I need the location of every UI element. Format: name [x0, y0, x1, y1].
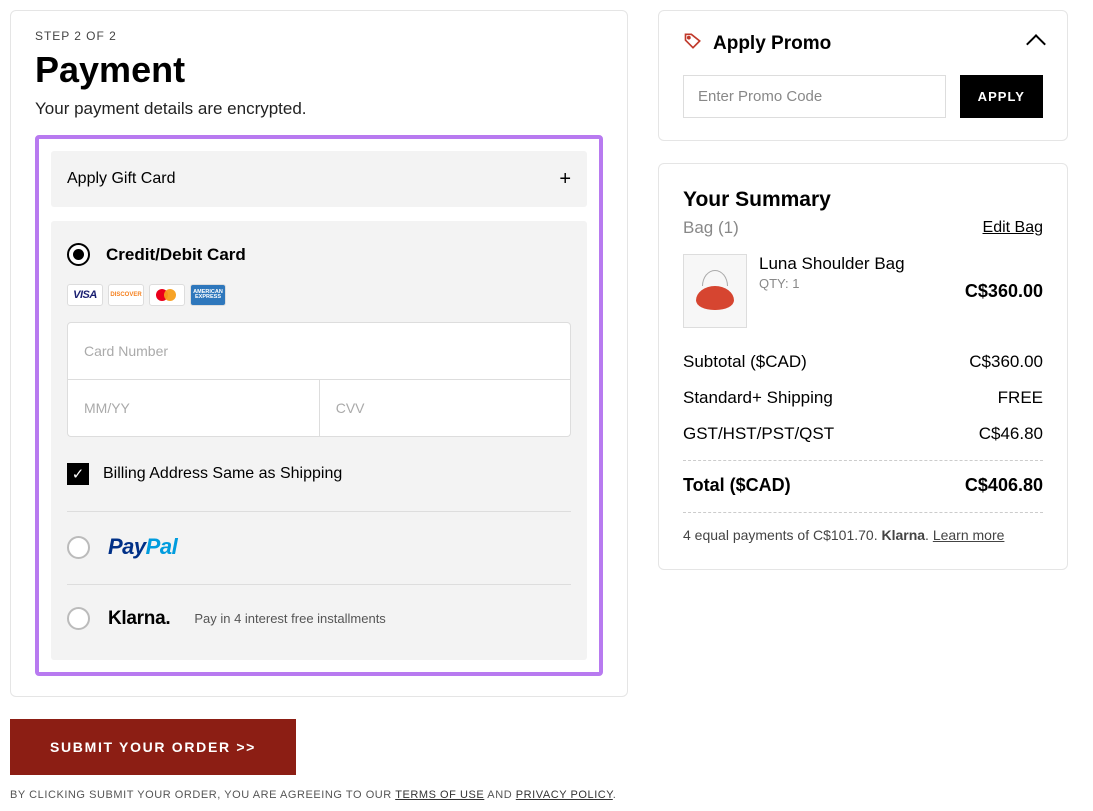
credit-card-label: Credit/Debit Card: [106, 245, 246, 265]
cart-item: Luna Shoulder Bag QTY: 1 C$360.00: [683, 254, 1043, 328]
paypal-icon: PayPal: [108, 534, 177, 560]
promo-tag-icon: [683, 31, 703, 57]
dashed-divider: [683, 460, 1043, 461]
payment-subtitle: Your payment details are encrypted.: [35, 99, 603, 119]
checkbox-checked-icon[interactable]: ✓: [67, 463, 89, 485]
subtotal-label: Subtotal ($CAD): [683, 352, 807, 372]
discover-icon: DISCOVER: [108, 284, 144, 306]
terms-of-use-link[interactable]: TERMS OF USE: [395, 789, 484, 801]
promo-title: Apply Promo: [713, 33, 831, 55]
plus-icon: +: [559, 169, 571, 189]
summary-card: Your Summary Bag (1) Edit Bag Luna Shoul…: [658, 163, 1068, 570]
payment-methods-highlight: Apply Gift Card + Credit/Debit Card VISA…: [35, 135, 603, 676]
product-qty: QTY: 1: [759, 276, 953, 291]
card-expiry-input[interactable]: [67, 380, 319, 437]
klarna-description: Pay in 4 interest free installments: [194, 611, 385, 626]
product-thumbnail: [683, 254, 747, 328]
radio-unselected-icon[interactable]: [67, 536, 90, 559]
product-name: Luna Shoulder Bag: [759, 254, 953, 274]
credit-card-radio-row[interactable]: Credit/Debit Card: [67, 243, 571, 266]
klarna-icon: Klarna: [881, 527, 925, 543]
promo-card: Apply Promo APPLY: [658, 10, 1068, 141]
payment-method-credit-card: Credit/Debit Card VISA DISCOVER AMERICAN…: [51, 221, 587, 660]
chevron-up-icon[interactable]: [1026, 34, 1046, 54]
tax-value: C$46.80: [979, 424, 1043, 444]
mastercard-icon: [149, 284, 185, 306]
radio-selected-icon[interactable]: [67, 243, 90, 266]
payment-method-paypal[interactable]: PayPal: [67, 512, 571, 584]
shipping-value: FREE: [998, 388, 1043, 408]
step-label: STEP 2 OF 2: [35, 29, 603, 43]
subtotal-value: C$360.00: [969, 352, 1043, 372]
privacy-policy-link[interactable]: PRIVACY POLICY: [516, 789, 613, 801]
payment-card: STEP 2 OF 2 Payment Your payment details…: [10, 10, 628, 697]
total-value: C$406.80: [965, 475, 1043, 496]
total-label: Total ($CAD): [683, 475, 791, 496]
amex-icon: AMERICANEXPRESS: [190, 284, 226, 306]
promo-code-input[interactable]: [683, 75, 946, 118]
card-number-input[interactable]: [67, 322, 571, 380]
card-cvv-input[interactable]: [319, 380, 571, 437]
gift-card-label: Apply Gift Card: [67, 170, 175, 188]
payment-method-klarna[interactable]: Klarna. Pay in 4 interest free installme…: [67, 585, 571, 636]
tax-label: GST/HST/PST/QST: [683, 424, 834, 444]
apply-gift-card-toggle[interactable]: Apply Gift Card +: [51, 151, 587, 207]
shipping-label: Standard+ Shipping: [683, 388, 833, 408]
edit-bag-link[interactable]: Edit Bag: [983, 219, 1043, 237]
billing-same-row[interactable]: ✓ Billing Address Same as Shipping: [67, 463, 571, 485]
visa-icon: VISA: [67, 284, 103, 306]
legal-text: BY CLICKING SUBMIT YOUR ORDER, YOU ARE A…: [10, 789, 628, 801]
product-price: C$360.00: [965, 281, 1043, 302]
klarna-learn-more-link[interactable]: Learn more: [933, 527, 1005, 543]
bag-count: Bag (1): [683, 218, 739, 238]
page-title: Payment: [35, 49, 603, 91]
promo-apply-button[interactable]: APPLY: [960, 75, 1043, 118]
klarna-icon: Klarna.: [108, 608, 170, 630]
radio-unselected-icon[interactable]: [67, 607, 90, 630]
klarna-note: 4 equal payments of C$101.70. Klarna. Le…: [683, 527, 1043, 543]
submit-order-button[interactable]: SUBMIT YOUR ORDER >>: [10, 719, 296, 775]
card-brand-logos: VISA DISCOVER AMERICANEXPRESS: [67, 284, 571, 306]
dashed-divider: [683, 512, 1043, 513]
billing-same-label: Billing Address Same as Shipping: [103, 465, 342, 483]
summary-title: Your Summary: [683, 188, 1043, 212]
